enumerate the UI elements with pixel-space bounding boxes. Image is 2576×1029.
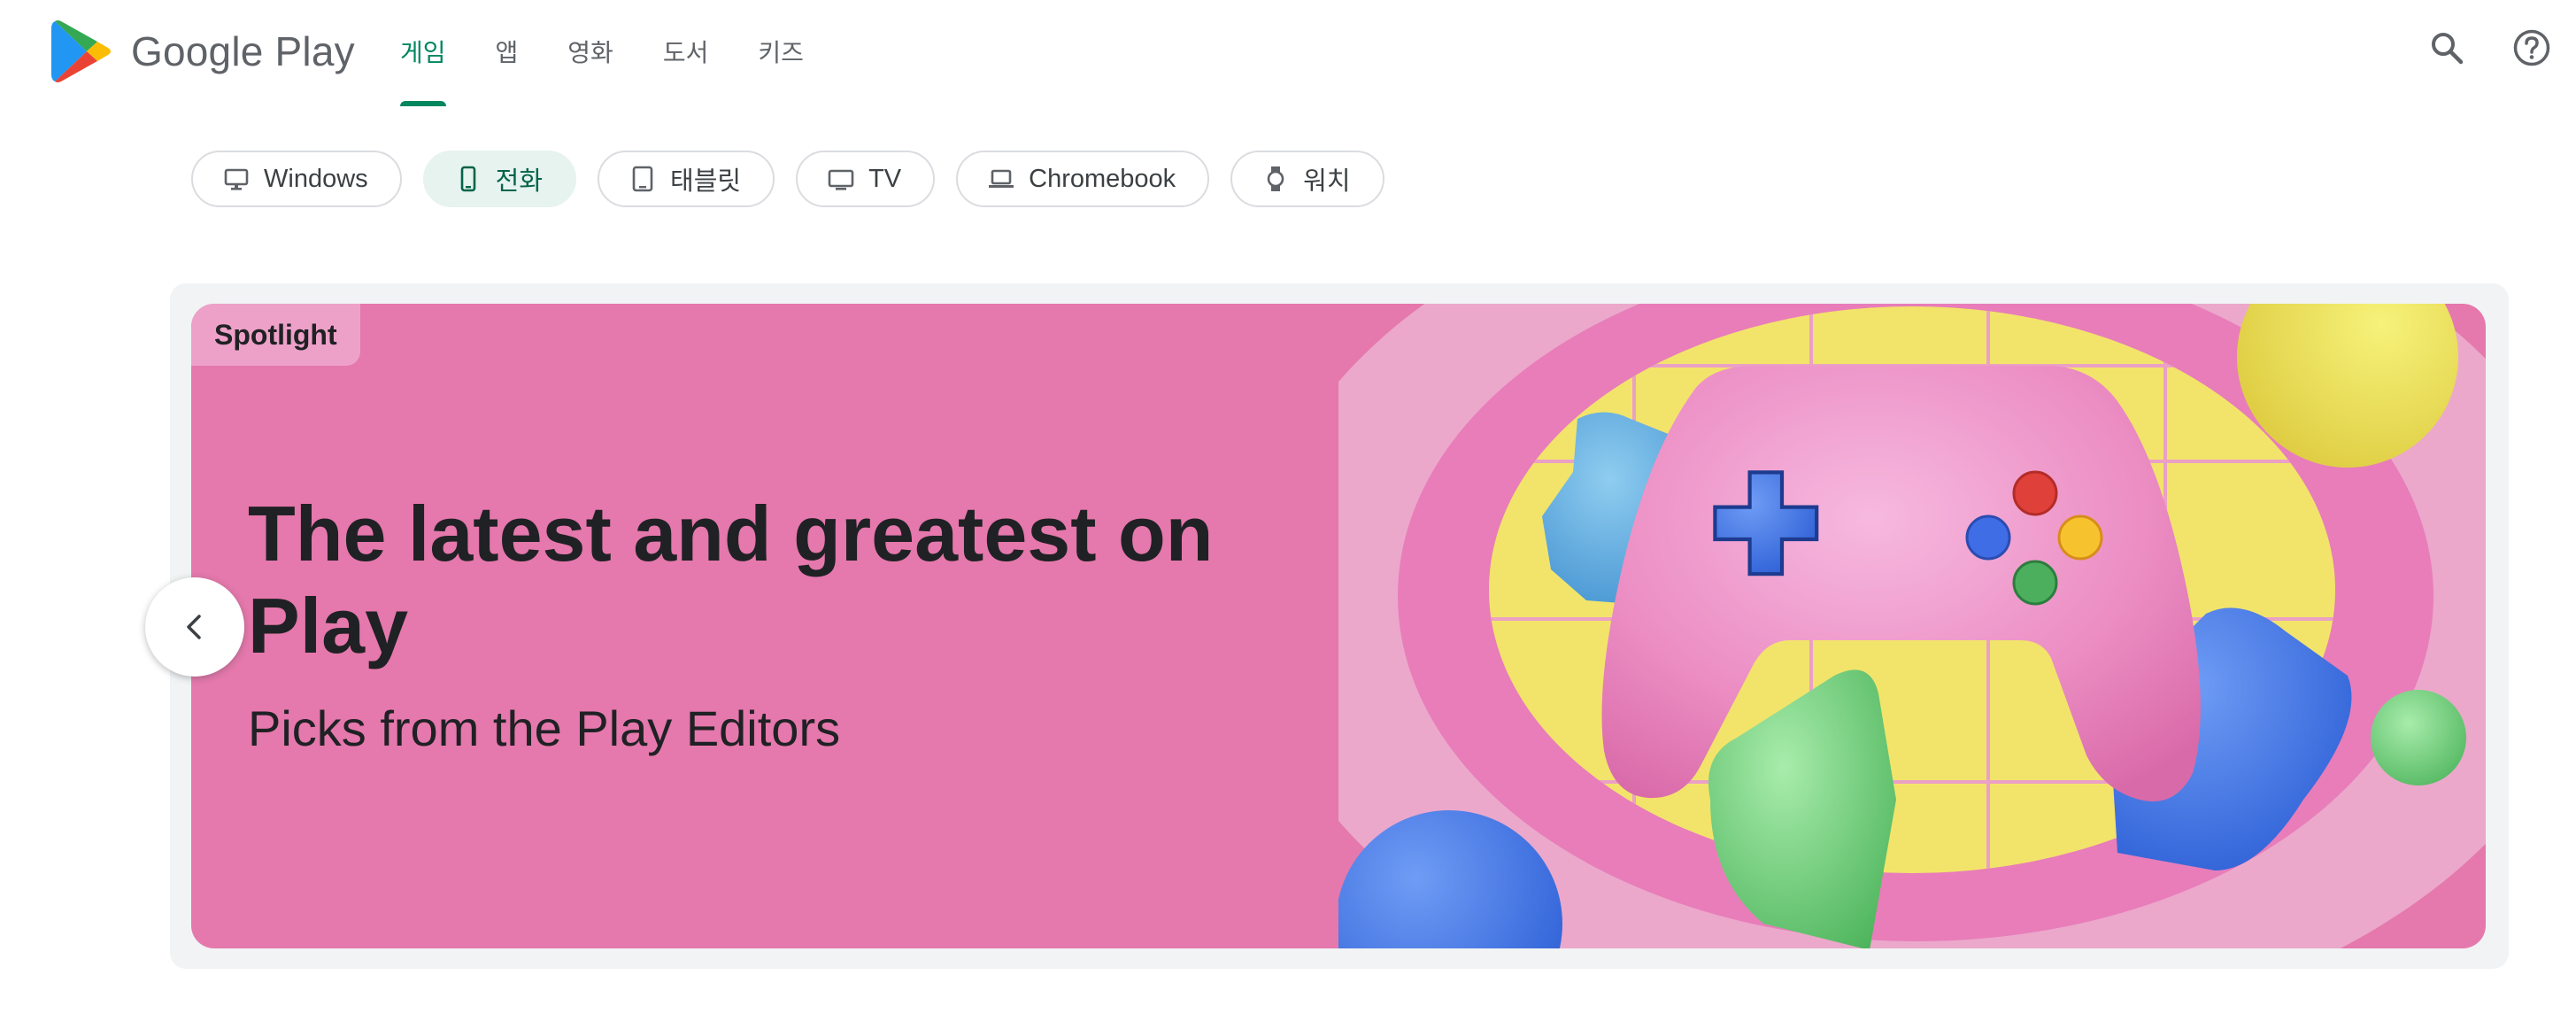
search-icon[interactable]: [2426, 27, 2468, 69]
watch-icon: [1262, 166, 1289, 192]
banner-subtitle: Picks from the Play Editors: [248, 700, 841, 756]
chip-label: 워치: [1303, 167, 1351, 196]
device-filter-chips: Windows 전화 태블릿 TV Chromebook 워치: [191, 151, 1384, 207]
play-logo-icon: [51, 20, 111, 82]
chip-windows[interactable]: Windows: [191, 151, 402, 207]
brand-name: Google Play: [131, 28, 355, 74]
carousel-prev-button[interactable]: [145, 577, 244, 677]
spotlight-banner[interactable]: Spotlight The latest and greatest on Pla…: [191, 304, 2486, 948]
chip-label: 전화: [495, 167, 544, 196]
gamepad-illustration: [1338, 304, 2486, 948]
desktop-icon: [223, 166, 250, 192]
top-app-bar: Google Play 게임 앱 영화 도서 키즈: [0, 0, 2576, 106]
chip-tv[interactable]: TV: [796, 151, 936, 207]
help-icon[interactable]: [2510, 27, 2553, 69]
chip-chromebook[interactable]: Chromebook: [956, 151, 1210, 207]
tab-apps[interactable]: 앱: [471, 0, 544, 104]
banner-title: The latest and greatest on Play: [248, 490, 1214, 669]
chip-phone[interactable]: 전화: [422, 151, 577, 207]
tablet-icon: [629, 166, 656, 192]
category-tabs: 게임 앱 영화 도서 키즈: [375, 0, 829, 106]
chip-label: Windows: [264, 164, 368, 193]
spotlight-tag: Spotlight: [191, 304, 360, 366]
chevron-left-icon: [187, 615, 201, 639]
chip-label: 태블릿: [670, 167, 742, 196]
chip-tablet[interactable]: 태블릿: [598, 151, 775, 207]
tab-books[interactable]: 도서: [638, 0, 734, 104]
tab-movies[interactable]: 영화: [543, 0, 638, 104]
tab-games[interactable]: 게임: [375, 0, 471, 106]
chip-label: Chromebook: [1029, 164, 1176, 193]
chip-label: TV: [868, 164, 902, 193]
google-play-logo[interactable]: Google Play: [51, 18, 355, 85]
tab-kids[interactable]: 키즈: [733, 0, 829, 104]
phone-icon: [455, 166, 482, 192]
laptop-icon: [988, 166, 1014, 192]
chip-watch[interactable]: 워치: [1230, 151, 1384, 207]
tv-icon: [828, 166, 854, 192]
